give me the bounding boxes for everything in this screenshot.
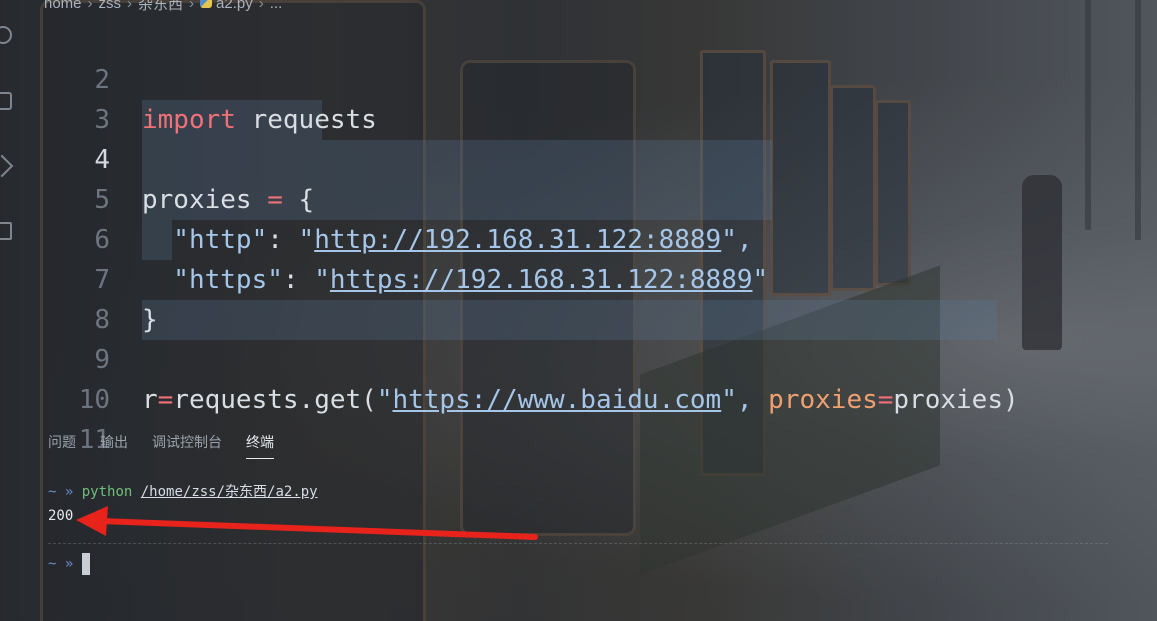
annotation-arrowhead: [76, 506, 108, 536]
annotation-arrow-line: [97, 518, 538, 540]
annotation-arrow: [76, 506, 538, 540]
